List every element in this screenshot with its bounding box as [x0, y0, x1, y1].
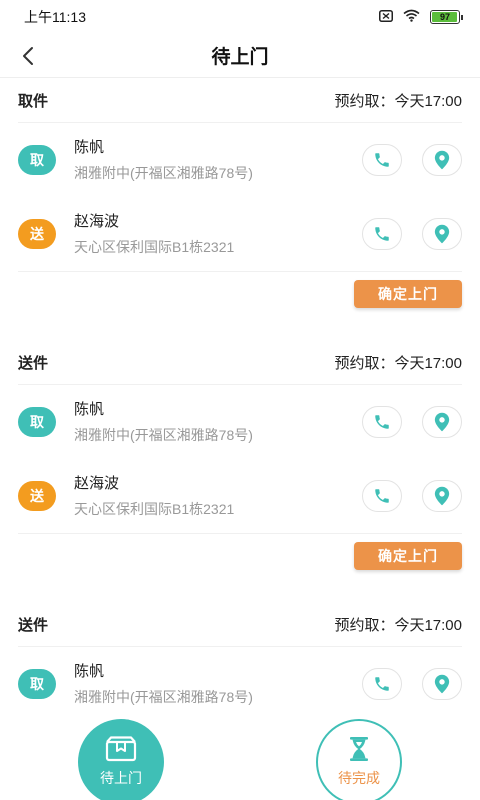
phone-icon: [375, 489, 389, 503]
nav-bar: 待上门: [0, 34, 480, 78]
phone-icon: [375, 677, 389, 691]
delivery-stop: 送 赵海波 天心区保利国际B1栋2321: [18, 459, 462, 533]
contact-address: 天心区保利国际B1栋2321: [74, 238, 235, 255]
location-pin-icon: [434, 150, 450, 170]
stop-actions: [362, 144, 462, 176]
call-button[interactable]: [362, 668, 402, 700]
status-time: 上午11:13: [24, 9, 86, 25]
stop-info: 陈帆 湘雅附中(开福区湘雅路78号): [74, 137, 362, 184]
status-icons: 97: [379, 9, 463, 25]
call-button[interactable]: [362, 144, 402, 176]
call-button[interactable]: [362, 218, 402, 250]
package-icon: [105, 736, 137, 762]
order-footer: 确定上门: [18, 533, 462, 603]
order-time: 预约取：今天17:00: [334, 93, 462, 110]
contact-address: 湘雅附中(开福区湘雅路78号): [74, 688, 253, 705]
delivery-badge: 送: [18, 481, 56, 511]
order-card: 送件 预约取：今天17:00 取 陈帆 湘雅附中(开福区湘雅路78号) 送 赵海…: [0, 341, 480, 603]
bottom-tab-bar: 待上门 待完成: [0, 707, 480, 800]
navigate-button[interactable]: [422, 218, 462, 250]
contact-address: 湘雅附中(开福区湘雅路78号): [74, 164, 253, 181]
order-card: 送件 预约取：今天17:00 取 陈帆 湘雅附中(开福区湘雅路78号): [0, 603, 480, 707]
navigate-button[interactable]: [422, 480, 462, 512]
order-type: 送件: [18, 355, 49, 372]
stop-info: 陈帆 湘雅附中(开福区湘雅路78号): [74, 661, 362, 708]
contact-name: 赵海波: [74, 474, 120, 492]
pickup-stop: 取 陈帆 湘雅附中(开福区湘雅路78号): [18, 385, 462, 459]
location-pin-icon: [434, 224, 450, 244]
order-type: 取件: [18, 93, 49, 110]
contact-name: 陈帆: [74, 662, 105, 680]
confirm-visit-button[interactable]: 确定上门: [354, 542, 462, 570]
order-type: 送件: [18, 617, 49, 634]
contact-address: 湘雅附中(开福区湘雅路78号): [74, 426, 253, 443]
pickup-stop: 取 陈帆 湘雅附中(开福区湘雅路78号): [18, 123, 462, 197]
pickup-badge: 取: [18, 407, 56, 437]
phone-icon: [375, 227, 389, 241]
order-header: 取件 预约取：今天17:00: [18, 79, 462, 123]
confirm-visit-button[interactable]: 确定上门: [354, 280, 462, 308]
stop-actions: [362, 668, 462, 700]
stop-info: 赵海波 天心区保利国际B1栋2321: [74, 473, 362, 520]
location-pin-icon: [434, 412, 450, 432]
navigate-button[interactable]: [422, 668, 462, 700]
no-sim-icon: [379, 9, 393, 25]
contact-address: 天心区保利国际B1栋2321: [74, 500, 235, 517]
tab-label: 待完成: [338, 770, 380, 786]
battery-text: 97: [439, 12, 450, 22]
tab-pending-visit[interactable]: 待上门: [78, 719, 164, 800]
back-button[interactable]: [12, 40, 44, 72]
order-header: 送件 预约取：今天17:00: [18, 341, 462, 385]
order-footer: 确定上门: [18, 271, 462, 341]
delivery-badge: 送: [18, 219, 56, 249]
order-time: 预约取：今天17:00: [334, 617, 462, 634]
contact-name: 赵海波: [74, 212, 120, 230]
stop-actions: [362, 406, 462, 438]
chevron-left-icon: [23, 47, 33, 65]
pickup-badge: 取: [18, 145, 56, 175]
pickup-stop: 取 陈帆 湘雅附中(开福区湘雅路78号): [18, 647, 462, 707]
stop-info: 陈帆 湘雅附中(开福区湘雅路78号): [74, 399, 362, 446]
battery-icon: 97: [430, 10, 463, 24]
navigate-button[interactable]: [422, 406, 462, 438]
call-button[interactable]: [362, 480, 402, 512]
stop-actions: [362, 480, 462, 512]
location-pin-icon: [434, 674, 450, 694]
hourglass-icon: [350, 737, 368, 761]
wifi-icon: [403, 9, 420, 25]
phone-icon: [375, 153, 389, 167]
tab-label: 待上门: [100, 770, 142, 786]
phone-icon: [375, 415, 389, 429]
contact-name: 陈帆: [74, 400, 105, 418]
order-card: 取件 预约取：今天17:00 取 陈帆 湘雅附中(开福区湘雅路78号) 送 赵海…: [0, 79, 480, 341]
location-pin-icon: [434, 486, 450, 506]
delivery-stop: 送 赵海波 天心区保利国际B1栋2321: [18, 197, 462, 271]
contact-name: 陈帆: [74, 138, 105, 156]
order-list[interactable]: 取件 预约取：今天17:00 取 陈帆 湘雅附中(开福区湘雅路78号) 送 赵海…: [0, 79, 480, 707]
pickup-badge: 取: [18, 669, 56, 699]
call-button[interactable]: [362, 406, 402, 438]
navigate-button[interactable]: [422, 144, 462, 176]
stop-info: 赵海波 天心区保利国际B1栋2321: [74, 211, 362, 258]
tab-pending-complete[interactable]: 待完成: [316, 719, 402, 800]
order-time: 预约取：今天17:00: [334, 355, 462, 372]
stop-actions: [362, 218, 462, 250]
status-bar: 上午11:13 97: [0, 0, 480, 34]
order-header: 送件 预约取：今天17:00: [18, 603, 462, 647]
page-title: 待上门: [211, 47, 269, 68]
